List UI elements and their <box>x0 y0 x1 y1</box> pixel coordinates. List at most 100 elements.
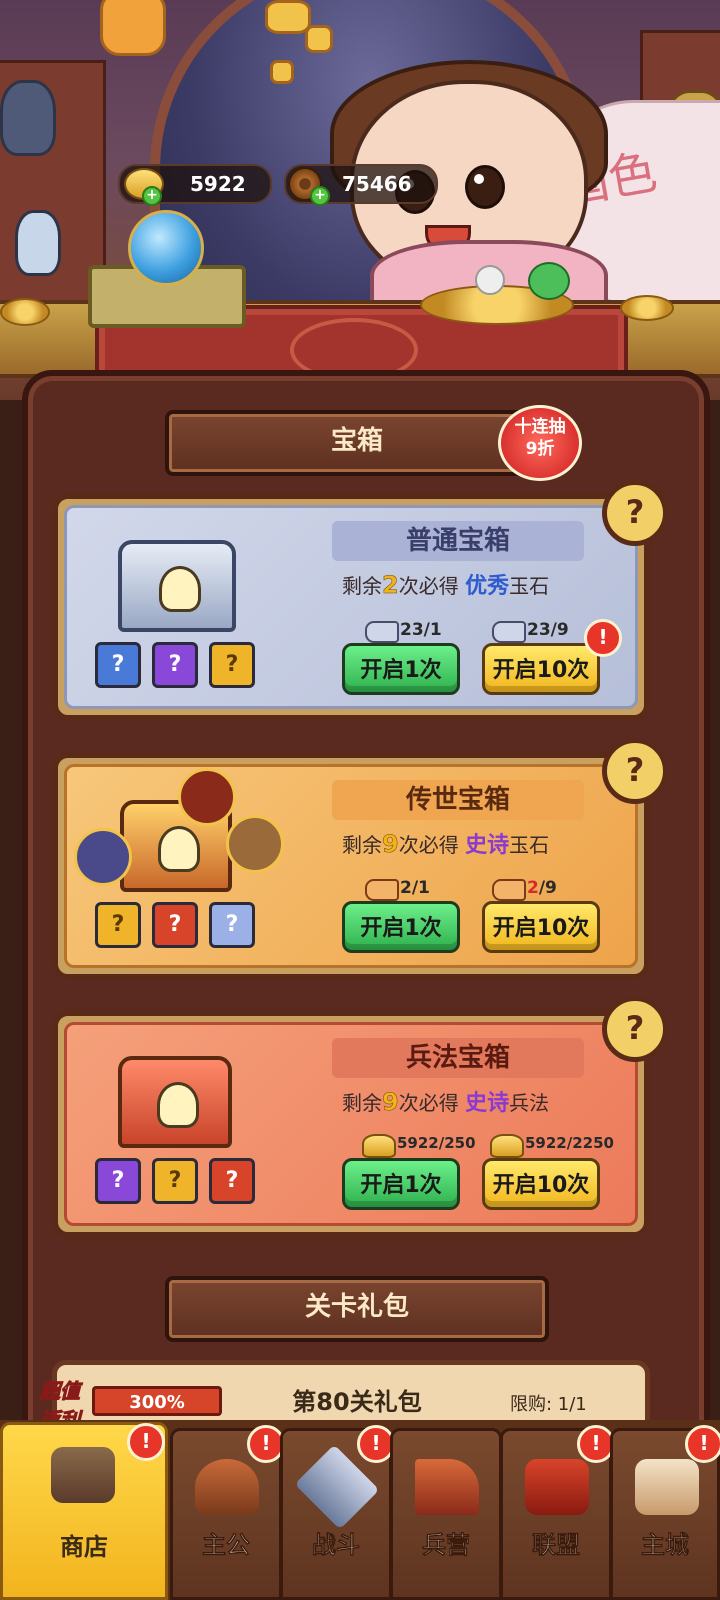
remaining-count: 9 <box>382 1088 399 1117</box>
add-coin-icon[interactable]: + <box>310 186 330 206</box>
hero-avatar-brown[interactable] <box>226 815 284 873</box>
open-ten-button[interactable]: 开启10次 <box>482 1158 600 1210</box>
reward-slot-gold[interactable]: ? <box>209 642 255 688</box>
normal-chest-help-icon[interactable]: ? <box>602 480 668 546</box>
reward-slot-red[interactable]: ? <box>152 902 198 948</box>
pearl-icon <box>475 265 505 295</box>
add-gold-icon[interactable]: + <box>142 186 162 206</box>
open-ten-button[interactable]: 开启10次 <box>482 901 600 953</box>
shop-scale-icon <box>51 1447 115 1503</box>
owned-keys: 2 <box>527 878 539 898</box>
open-ten-button[interactable]: 开启10次 <box>482 643 600 695</box>
chest-name: 普通宝箱 <box>332 521 584 561</box>
alliance-banner-icon <box>525 1459 589 1515</box>
hero-avatar-purple[interactable] <box>74 828 132 886</box>
coin-pile <box>620 295 674 321</box>
helmet-icon <box>195 1459 259 1515</box>
value-tag-line: 超值 <box>40 1379 81 1404</box>
coin-pile <box>0 298 50 326</box>
nav-tab-shop[interactable]: ! 商店 <box>0 1422 168 1600</box>
nav-label: 兵营 <box>422 1531 471 1560</box>
guaranteed-quality: 史诗 <box>465 1091 510 1116</box>
reward-slot-lightblue[interactable]: ? <box>209 902 255 948</box>
guaranteed-quality: 优秀 <box>465 574 510 599</box>
badge-line: 十连抽 <box>514 417 566 437</box>
reward-slot-gold[interactable]: ? <box>95 902 141 948</box>
reward-slot-purple-scroll[interactable]: ? <box>95 1158 141 1204</box>
nav-label: 主城 <box>641 1531 690 1560</box>
nav-tab-lord[interactable]: ! 主公 <box>170 1425 285 1600</box>
reward-type: 玉石 <box>509 833 550 857</box>
ten-pull-discount-badge: 十连抽 9折 <box>498 405 582 481</box>
purchase-limit: 限购: 1/1 <box>510 1394 587 1415</box>
gold-currency-bar[interactable]: + 5922 <box>118 164 272 206</box>
coin-currency-bar[interactable]: + 75466 <box>284 164 438 206</box>
lantern-decoration <box>265 0 311 34</box>
lantern-decoration <box>305 25 333 53</box>
chest-name: 传世宝箱 <box>332 780 584 820</box>
rebate-percent: 300% <box>92 1386 222 1416</box>
open10-cost: 5922/2250 <box>525 1134 614 1152</box>
reward-slot-blue[interactable]: ? <box>95 642 141 688</box>
desc-mid: 次必得 <box>398 1091 459 1115</box>
nav-label: 商店 <box>60 1533 108 1561</box>
vase-decoration <box>0 80 56 156</box>
open-once-button[interactable]: 开启1次 <box>342 901 460 953</box>
gold-ingot-icon <box>362 1134 396 1158</box>
desc-prefix: 剩余 <box>342 574 382 598</box>
chest-lock-icon <box>158 826 200 872</box>
lantern-decoration <box>100 0 166 56</box>
open-once-button[interactable]: 开启1次 <box>342 643 460 695</box>
chest-guarantee-text: 剩余9次必得 史诗兵法 <box>342 1085 549 1117</box>
chest-guarantee-text: 剩余9次必得 史诗玉石 <box>342 827 549 859</box>
chest-lock-icon <box>159 566 201 612</box>
desc-mid: 次必得 <box>398 574 459 598</box>
desc-prefix: 剩余 <box>342 833 382 857</box>
reward-slot-gold-scroll[interactable]: ? <box>152 1158 198 1204</box>
open1-cost: 5922/250 <box>397 1134 476 1152</box>
jade-orb-icon <box>128 210 204 286</box>
desc-mid: 次必得 <box>398 833 459 857</box>
open10-cost: 23/9 <box>527 620 569 640</box>
open-once-button[interactable]: 开启1次 <box>342 1158 460 1210</box>
nav-tab-barracks[interactable]: 兵营 <box>390 1428 502 1600</box>
nav-label: 主公 <box>202 1531 251 1560</box>
reward-type: 玉石 <box>509 574 550 598</box>
reward-slot-red-scroll[interactable]: ? <box>209 1158 255 1204</box>
open1-cost: 2/1 <box>400 878 430 898</box>
nav-tab-alliance[interactable]: ! 联盟 <box>500 1425 615 1600</box>
alert-badge-icon: ! <box>584 619 622 657</box>
bronze-key-icon <box>492 879 526 901</box>
alert-badge-icon: ! <box>127 1423 165 1461</box>
hero-avatar-red[interactable] <box>178 768 236 826</box>
nav-label: 联盟 <box>532 1531 581 1560</box>
jade-pendant-icon <box>528 262 570 300</box>
alert-badge-icon: ! <box>685 1425 720 1463</box>
reward-type: 兵法 <box>509 1091 550 1115</box>
reward-slot-purple[interactable]: ? <box>152 642 198 688</box>
nav-tab-battle[interactable]: ! 战斗 <box>280 1425 395 1600</box>
silver-key-icon <box>492 621 526 643</box>
war-flag-icon <box>415 1459 479 1515</box>
gold-amount: 5922 <box>190 172 246 196</box>
badge-line: 9折 <box>525 439 555 459</box>
open10-cost: 2/9 <box>527 878 557 898</box>
silver-key-icon <box>365 621 399 643</box>
coin-amount: 75466 <box>342 172 412 196</box>
chest-guarantee-text: 剩余2次必得 优秀玉石 <box>342 568 549 600</box>
chest-name: 兵法宝箱 <box>332 1038 584 1078</box>
nav-tab-city[interactable]: ! 主城 <box>610 1425 720 1600</box>
legendary-chest-help-icon[interactable]: ? <box>602 738 668 804</box>
gift-pack-title: 第80关礼包 <box>292 1388 422 1416</box>
stage-gift-section-title: 关卡礼包 <box>165 1276 549 1342</box>
tactics-chest-help-icon[interactable]: ? <box>602 996 668 1062</box>
chest-lock-icon <box>157 1082 199 1128</box>
nav-label: 战斗 <box>312 1531 361 1560</box>
guaranteed-quality: 史诗 <box>465 833 510 858</box>
red-chest-icon <box>118 1056 232 1148</box>
city-map-icon <box>635 1459 699 1515</box>
gold-ingot-icon <box>490 1134 524 1158</box>
lantern-decoration <box>270 60 294 84</box>
desc-prefix: 剩余 <box>342 1091 382 1115</box>
required-keys: /9 <box>538 878 557 898</box>
